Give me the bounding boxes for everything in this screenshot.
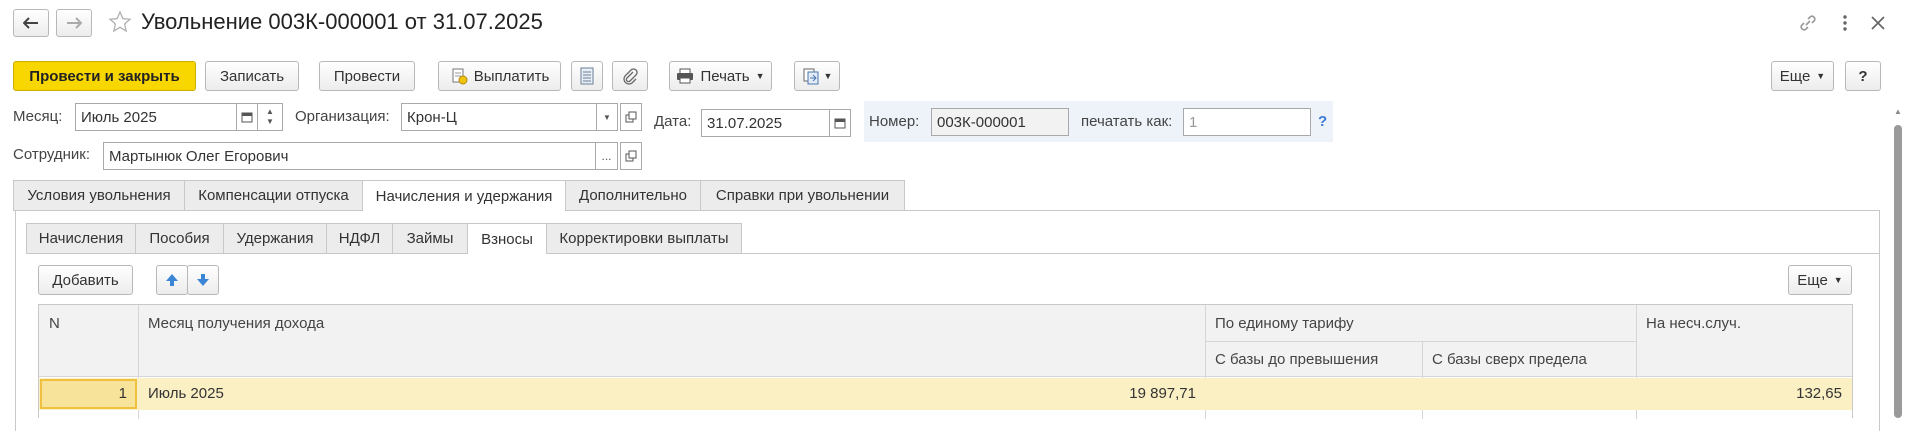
more-button-label: Еще bbox=[1779, 67, 1811, 85]
print-button[interactable]: Печать ▼ bbox=[669, 61, 772, 91]
contributions-table: N Месяц получения дохода По единому тари… bbox=[38, 304, 1853, 419]
calendar-icon bbox=[834, 118, 846, 129]
help-button[interactable]: ? bbox=[1845, 61, 1881, 91]
scroll-up-icon[interactable]: ▲ bbox=[1893, 107, 1903, 117]
employee-label: Сотрудник: bbox=[13, 146, 91, 163]
subtab-accruals[interactable]: Начисления bbox=[26, 223, 136, 253]
subtab-ndfl[interactable]: НДФЛ bbox=[326, 223, 393, 253]
move-down-button[interactable] bbox=[187, 265, 219, 295]
arrow-right-icon bbox=[67, 17, 82, 29]
tab-vacation-compensation[interactable]: Компенсации отпуска bbox=[184, 180, 363, 210]
print-button-label: Печать bbox=[700, 67, 750, 85]
tab-accruals-deductions[interactable]: Начисления и удержания bbox=[362, 180, 566, 211]
header-group-separator bbox=[1205, 341, 1636, 342]
create-based-on-icon bbox=[803, 68, 819, 85]
organization-open-button[interactable] bbox=[620, 103, 642, 131]
employee-input[interactable]: Мартынюк Олег Егорович bbox=[103, 142, 596, 170]
more-button[interactable]: Еще ▼ bbox=[1771, 61, 1834, 91]
page-title: Увольнение 003К-000001 от 31.07.2025 bbox=[141, 9, 543, 34]
calendar-icon bbox=[241, 112, 253, 123]
pay-button[interactable]: Выплатить bbox=[438, 61, 561, 91]
col-header-base-below[interactable]: С базы до превышения bbox=[1215, 351, 1378, 368]
row-base-below: 19 897,71 bbox=[1129, 385, 1196, 402]
organization-label: Организация: bbox=[295, 108, 390, 125]
number-label: Номер: bbox=[869, 113, 920, 130]
row-n: 1 bbox=[118, 385, 127, 402]
chevron-down-icon: ▼ bbox=[1816, 71, 1826, 81]
print-as-help-icon[interactable]: ? bbox=[1318, 113, 1327, 130]
create-based-on-button[interactable]: ▼ bbox=[794, 61, 840, 91]
post-button[interactable]: Провести bbox=[319, 61, 415, 91]
open-icon bbox=[625, 150, 637, 162]
subtabs-bottom-line bbox=[26, 253, 1880, 254]
subtab-deductions[interactable]: Удержания bbox=[223, 223, 327, 253]
pay-document-icon bbox=[452, 68, 468, 85]
open-icon bbox=[625, 111, 637, 123]
back-button[interactable] bbox=[13, 9, 49, 37]
chevron-down-icon: ▼ bbox=[603, 112, 611, 122]
arrow-down-icon bbox=[197, 274, 209, 286]
print-as-input[interactable]: 1 bbox=[1183, 108, 1311, 136]
tab-additional[interactable]: Дополнительно bbox=[565, 180, 701, 210]
print-as-label: печатать как: bbox=[1081, 113, 1173, 130]
chevron-down-icon: ▼ bbox=[755, 71, 765, 81]
pay-button-label: Выплатить bbox=[473, 67, 550, 85]
write-button[interactable]: Записать bbox=[205, 61, 299, 91]
kebab-menu-icon[interactable] bbox=[1834, 12, 1856, 34]
arrow-up-icon bbox=[166, 274, 178, 286]
col-header-unified-tariff[interactable]: По единому тарифу bbox=[1215, 315, 1354, 332]
month-input[interactable]: Июль 2025 bbox=[75, 103, 237, 131]
favorite-star-icon[interactable] bbox=[108, 10, 132, 34]
close-icon[interactable] bbox=[1867, 12, 1889, 34]
col-header-accident[interactable]: На несч.случ. bbox=[1646, 315, 1741, 332]
post-and-close-button[interactable]: Провести и закрыть bbox=[13, 61, 196, 91]
tab-dismissal-conditions[interactable]: Условия увольнения bbox=[13, 180, 185, 210]
subtab-benefits[interactable]: Пособия bbox=[135, 223, 224, 253]
add-row-button[interactable]: Добавить bbox=[38, 265, 133, 295]
col-header-base-above[interactable]: С базы сверх предела bbox=[1432, 351, 1587, 368]
table-more-label: Еще bbox=[1797, 271, 1828, 289]
employee-select-button[interactable]: ... bbox=[595, 142, 618, 170]
date-input[interactable]: 31.07.2025 bbox=[701, 109, 831, 137]
registry-button[interactable] bbox=[571, 61, 603, 91]
forward-button[interactable] bbox=[56, 9, 92, 37]
tab-dismissal-certificates[interactable]: Справки при увольнении bbox=[700, 180, 905, 210]
paperclip-icon bbox=[623, 68, 638, 85]
month-stepper[interactable]: ▲ ▼ bbox=[257, 103, 283, 131]
date-label: Дата: bbox=[654, 113, 692, 130]
move-up-button[interactable] bbox=[156, 265, 188, 295]
scrollbar-thumb[interactable] bbox=[1894, 125, 1902, 418]
col-header-income-month[interactable]: Месяц получения дохода bbox=[148, 315, 324, 332]
organization-input[interactable]: Крон-Ц bbox=[401, 103, 597, 131]
table-row[interactable]: 1 Июль 2025 19 897,71 132,65 bbox=[39, 378, 1852, 410]
stepper-up-icon: ▲ bbox=[266, 107, 274, 116]
printer-icon bbox=[677, 68, 694, 84]
employee-open-button[interactable] bbox=[620, 142, 642, 170]
subtab-loans[interactable]: Займы bbox=[392, 223, 468, 253]
row-accident: 132,65 bbox=[1796, 385, 1842, 402]
scrollbar-track[interactable]: ▲ bbox=[1893, 107, 1903, 418]
date-calendar-button[interactable] bbox=[829, 109, 851, 137]
chevron-down-icon: ▼ bbox=[823, 71, 833, 81]
stepper-down-icon: ▼ bbox=[266, 117, 274, 126]
chevron-down-icon: ▼ bbox=[1833, 275, 1843, 285]
attach-button[interactable] bbox=[612, 61, 648, 91]
link-icon[interactable] bbox=[1797, 12, 1819, 34]
registry-icon bbox=[580, 67, 594, 85]
col-header-n[interactable]: N bbox=[49, 315, 60, 332]
calendar-button[interactable] bbox=[236, 103, 258, 131]
arrow-left-icon bbox=[23, 17, 38, 29]
subtab-contributions[interactable]: Взносы bbox=[467, 223, 547, 254]
month-label: Месяц: bbox=[13, 108, 63, 125]
number-input[interactable]: 003К-000001 bbox=[931, 108, 1069, 136]
organization-dropdown-button[interactable]: ▼ bbox=[596, 103, 618, 131]
subtab-payment-corrections[interactable]: Корректировки выплаты bbox=[546, 223, 742, 253]
row-income-month: Июль 2025 bbox=[148, 385, 224, 402]
table-more-button[interactable]: Еще ▼ bbox=[1788, 265, 1852, 295]
